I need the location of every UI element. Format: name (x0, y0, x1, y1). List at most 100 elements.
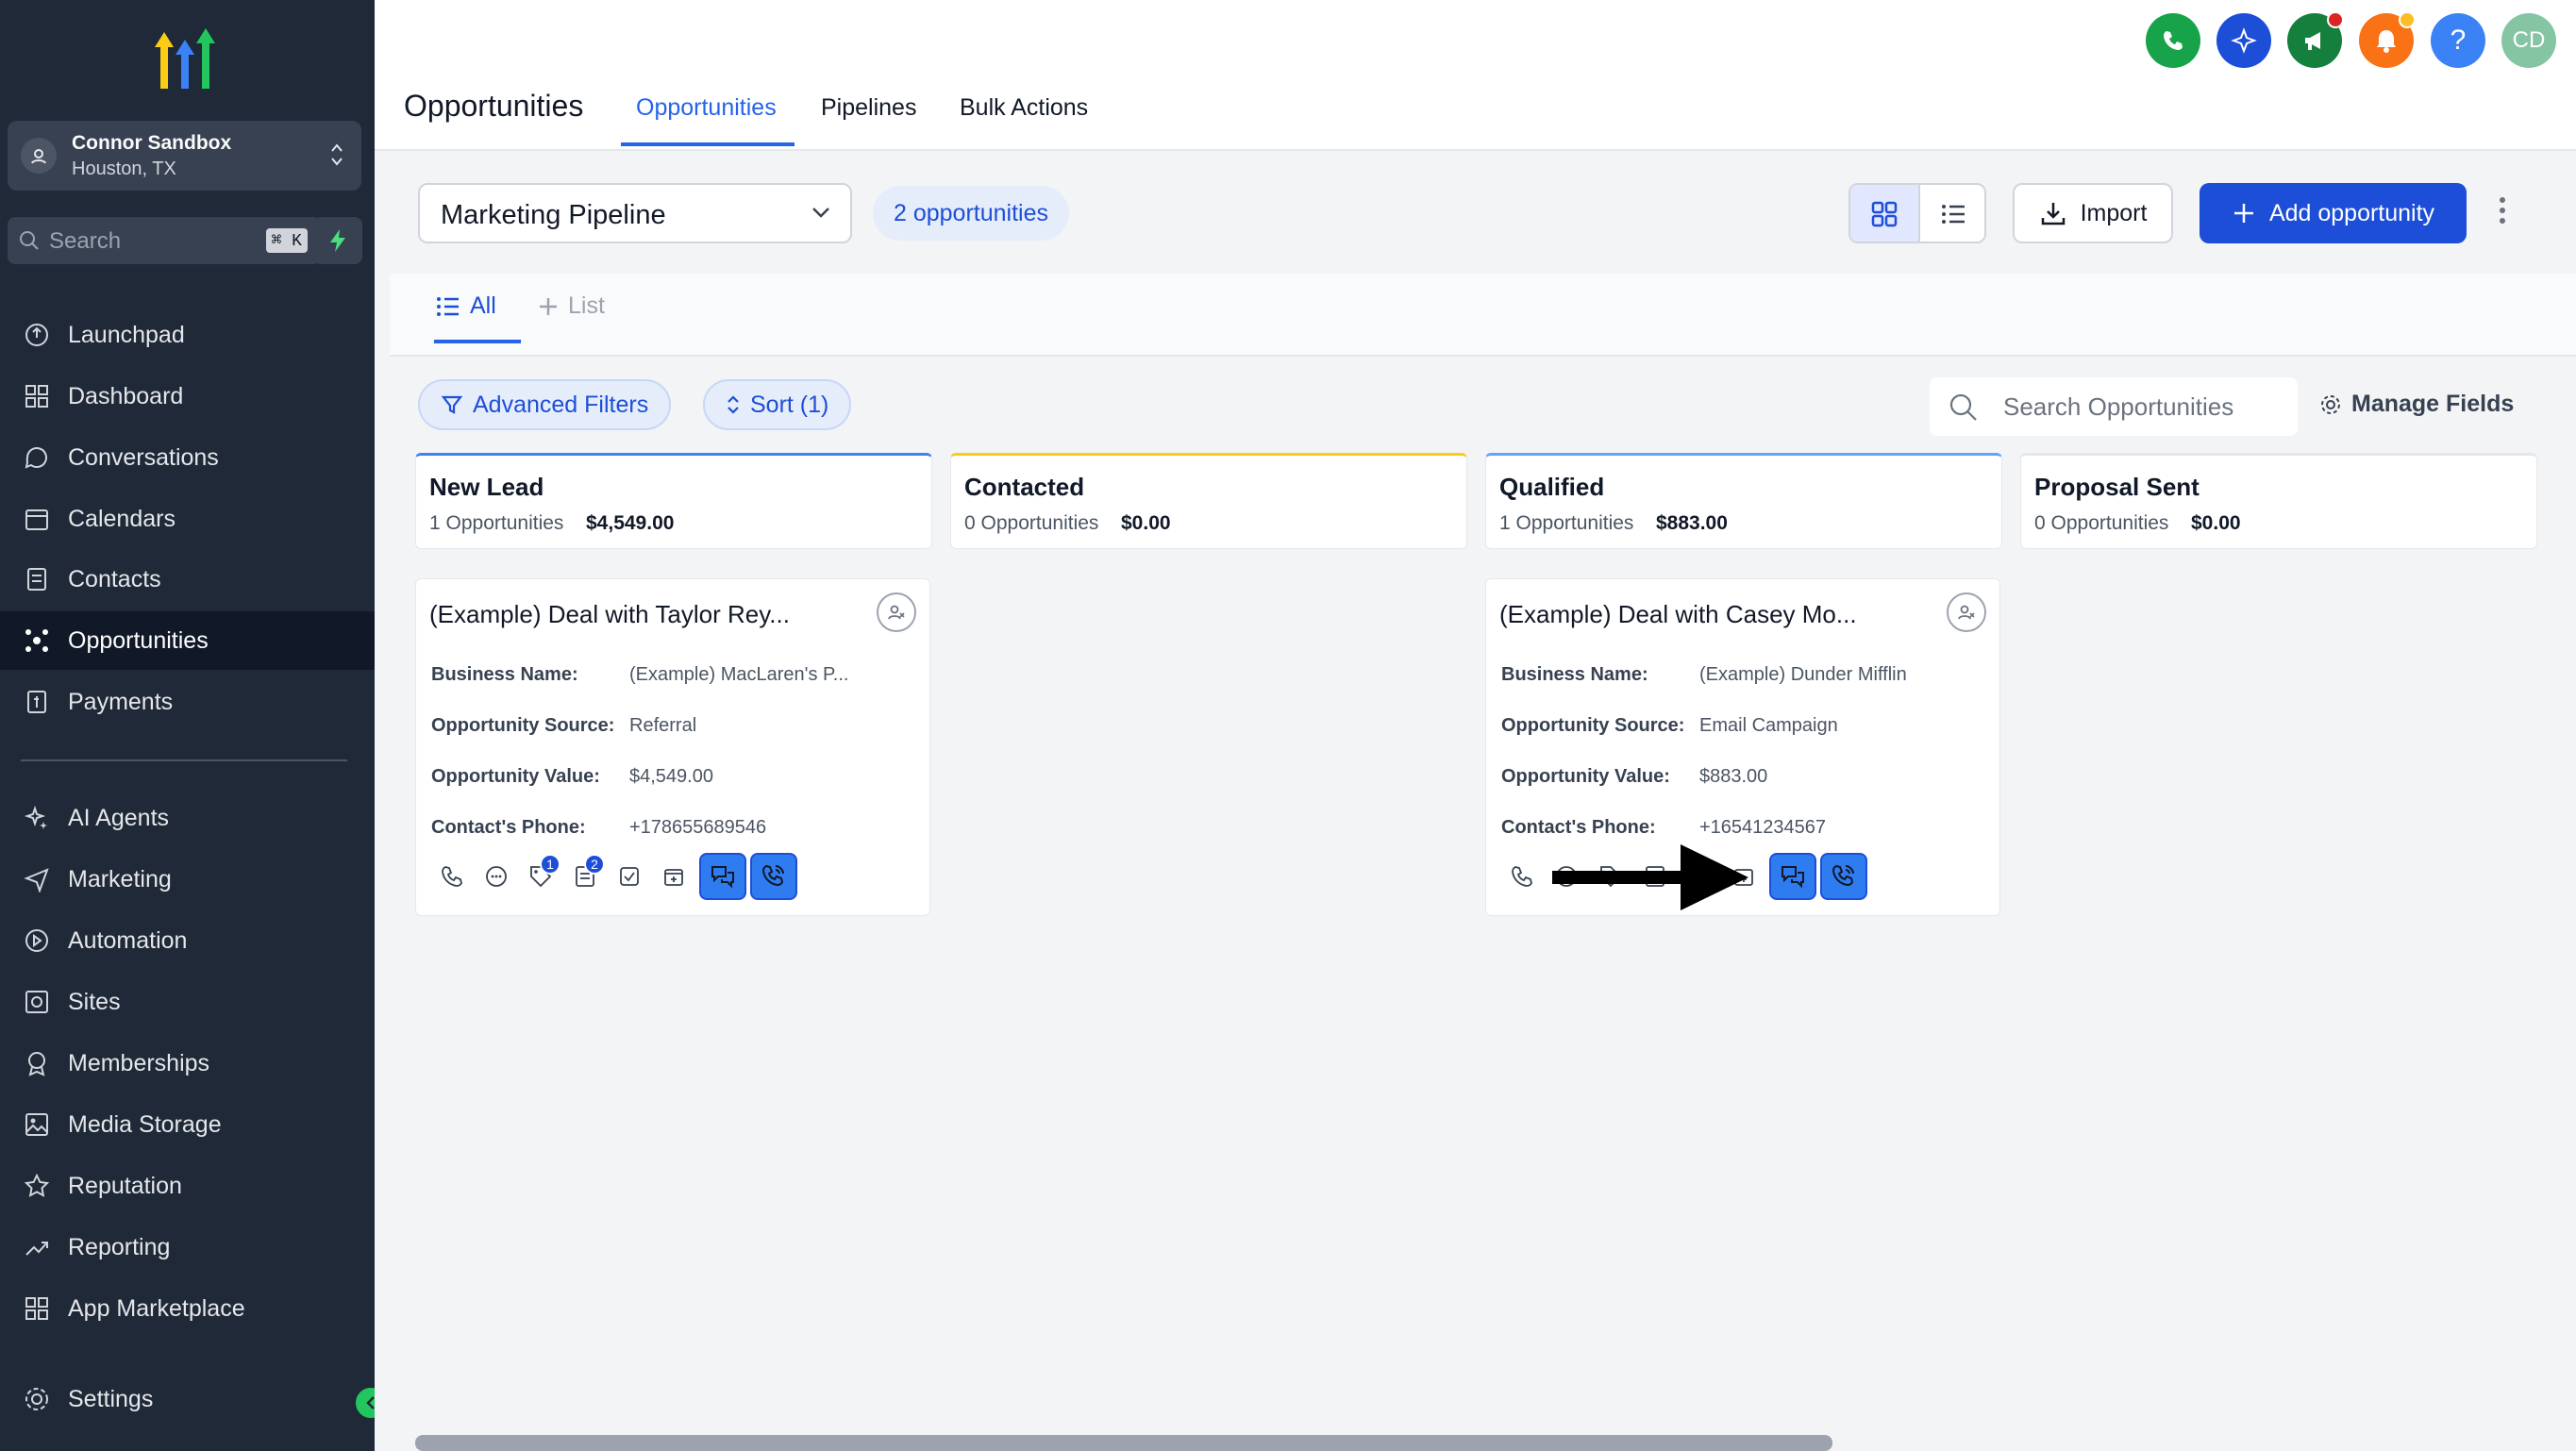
opportunity-card[interactable]: (Example) Deal with Taylor Rey... Busine… (415, 578, 930, 916)
sidebar-item-label: Automation (68, 926, 188, 954)
opportunity-title[interactable]: (Example) Deal with Taylor Rey... (429, 600, 790, 629)
horizontal-scrollbar[interactable] (415, 1435, 1832, 1451)
stage-value: $883.00 (1656, 512, 1728, 534)
sidebar-item-label: Calendars (68, 505, 176, 532)
import-button[interactable]: Import (2013, 183, 2173, 243)
sidebar-item-label: Sites (68, 988, 121, 1015)
sites-icon (21, 986, 53, 1018)
board-view-button[interactable] (1850, 185, 1918, 242)
announcements-button[interactable] (2287, 11, 2344, 68)
sidebar-item-payments[interactable]: Payments (0, 673, 375, 731)
field-label: Opportunity Value: (431, 766, 600, 787)
sidebar-item-dashboard[interactable]: Dashboard (0, 367, 375, 425)
stage-column-contacted[interactable]: Contacted 0 Opportunities $0.00 (950, 453, 1467, 549)
conversation-button[interactable] (1769, 853, 1816, 900)
automation-icon (21, 925, 53, 957)
sidebar-item-memberships[interactable]: Memberships (0, 1034, 375, 1092)
search-icon (19, 230, 40, 251)
sidebar-item-contacts[interactable]: Contacts (0, 550, 375, 609)
sidebar-item-label: Memberships (68, 1049, 210, 1076)
sidebar-item-app-marketplace[interactable]: App Marketplace (0, 1279, 375, 1338)
call-log-button[interactable] (750, 853, 797, 900)
quick-action-button[interactable] (313, 217, 362, 264)
assign-user-button[interactable] (877, 592, 916, 632)
sidebar-item-media-storage[interactable]: Media Storage (0, 1095, 375, 1154)
stage-column-new-lead[interactable]: New Lead 1 Opportunities $4,549.00 (415, 453, 932, 549)
pipeline-select[interactable]: Marketing Pipeline (418, 183, 852, 243)
add-opportunity-button[interactable]: Add opportunity (2200, 183, 2467, 243)
call-log-button[interactable] (1820, 853, 1867, 900)
sidebar-item-opportunities[interactable]: Opportunities (0, 611, 375, 670)
dashboard-icon (21, 380, 53, 412)
tasks-action-button[interactable] (607, 854, 651, 899)
sidebar-item-settings[interactable]: Settings (0, 1370, 375, 1428)
sidebar-item-conversations[interactable]: Conversations (0, 428, 375, 487)
stage-count: 0 Opportunities (2034, 512, 2169, 534)
phone-value: +178655689546 (629, 817, 767, 838)
sidebar-item-sites[interactable]: Sites (0, 973, 375, 1031)
sidebar-item-ai-agents[interactable]: AI Agents (0, 789, 375, 847)
assign-user-button[interactable] (1947, 592, 1986, 632)
stage-column-qualified[interactable]: Qualified 1 Opportunities $883.00 (1485, 453, 2002, 549)
tab-pipelines[interactable]: Pipelines (821, 94, 916, 122)
subtab-add-list[interactable]: List (538, 292, 605, 320)
active-tab-indicator (621, 142, 795, 146)
account-switcher[interactable]: Connor Sandbox Houston, TX (8, 121, 361, 191)
subtab-all-label: All (470, 292, 496, 319)
plus-icon (540, 297, 557, 315)
sidebar: Connor Sandbox Houston, TX Search ⌘ K La… (0, 0, 389, 1451)
more-options-button[interactable] (2499, 196, 2506, 225)
call-action-button[interactable] (429, 854, 474, 899)
stage-title: Contacted (964, 473, 1085, 501)
logo[interactable] (151, 26, 219, 91)
tab-opportunities[interactable]: Opportunities (636, 94, 777, 122)
grid-icon (21, 1293, 53, 1325)
search-icon (1949, 392, 1979, 423)
sidebar-item-reputation[interactable]: Reputation (0, 1157, 375, 1215)
user-avatar[interactable]: CD (2501, 13, 2556, 68)
notification-dot (2399, 11, 2416, 28)
manage-fields-button[interactable]: Manage Fields (2319, 391, 2514, 418)
import-label: Import (2080, 199, 2148, 226)
opportunity-value: $4,549.00 (629, 766, 713, 787)
sidebar-item-calendars[interactable]: Calendars (0, 490, 375, 548)
stage-title: Proposal Sent (2034, 473, 2200, 501)
message-action-button[interactable] (474, 854, 518, 899)
appointment-action-button[interactable] (651, 854, 695, 899)
search-shortcut: ⌘ K (265, 228, 308, 253)
location-icon (21, 138, 57, 174)
call-action-button[interactable] (1499, 854, 1544, 899)
filter-icon (441, 395, 463, 414)
launchpad-icon (21, 319, 53, 351)
stage-column-proposal-sent[interactable]: Proposal Sent 0 Opportunities $0.00 (2020, 453, 2537, 549)
ai-assistant-button[interactable] (2216, 13, 2271, 68)
phone-call-icon (1832, 864, 1854, 887)
list-view-button[interactable] (1918, 185, 1984, 242)
phone-button[interactable] (2146, 13, 2200, 68)
sidebar-item-label: Marketing (68, 865, 172, 892)
sidebar-item-launchpad[interactable]: Launchpad (0, 306, 375, 364)
conversation-button[interactable] (699, 853, 746, 900)
search-opportunities-placeholder: Search Opportunities (2003, 392, 2234, 421)
sidebar-item-reporting[interactable]: Reporting (0, 1218, 375, 1276)
sidebar-item-label: Opportunities (68, 626, 209, 654)
subtab-all[interactable]: All (436, 292, 496, 320)
tags-action-button[interactable]: 1 (518, 854, 562, 899)
payments-icon (21, 686, 53, 718)
star-icon (21, 1170, 53, 1202)
sidebar-item-automation[interactable]: Automation (0, 911, 375, 970)
help-button[interactable]: ? (2431, 13, 2485, 68)
notes-action-button[interactable]: 2 (562, 854, 607, 899)
sort-button[interactable]: Sort (1) (703, 379, 852, 430)
advanced-filters-button[interactable]: Advanced Filters (418, 379, 672, 430)
download-icon (2041, 203, 2065, 225)
kebab-icon (2500, 197, 2505, 224)
search-opportunities-input[interactable]: Search Opportunities (1930, 377, 2298, 436)
sidebar-item-marketing[interactable]: Marketing (0, 850, 375, 909)
stage-value: $0.00 (1121, 512, 1171, 534)
notifications-button[interactable] (2359, 11, 2416, 68)
opportunity-title[interactable]: (Example) Deal with Casey Mo... (1499, 600, 1857, 629)
tab-bulk-actions[interactable]: Bulk Actions (960, 94, 1088, 122)
sidebar-search[interactable]: Search ⌘ K (8, 217, 321, 264)
sidebar-item-label: Dashboard (68, 382, 184, 409)
